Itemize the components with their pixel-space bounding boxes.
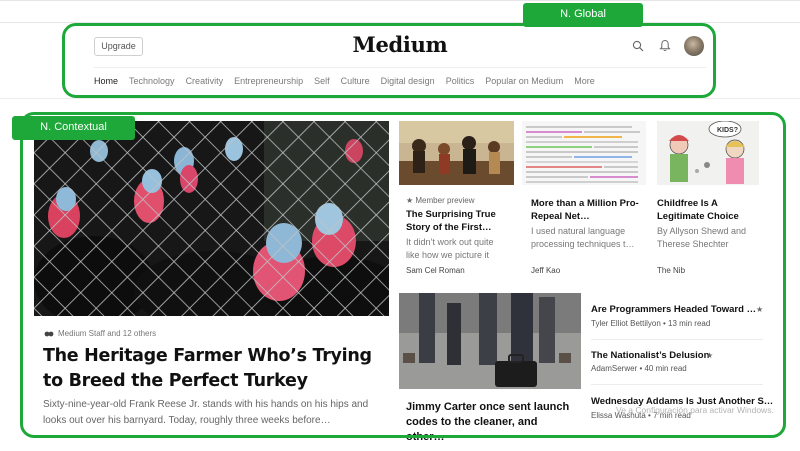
global-nav-annotation-label: N. Global	[523, 3, 643, 27]
page: Upgrade Medium Home Technology Creativit…	[0, 0, 800, 451]
contextual-nav-annotation-label: N. Contextual	[12, 116, 135, 140]
content-divider	[0, 98, 800, 99]
browser-top-border	[0, 0, 800, 1]
global-nav-annotation-box	[62, 23, 716, 98]
contextual-nav-annotation-box	[20, 112, 786, 438]
